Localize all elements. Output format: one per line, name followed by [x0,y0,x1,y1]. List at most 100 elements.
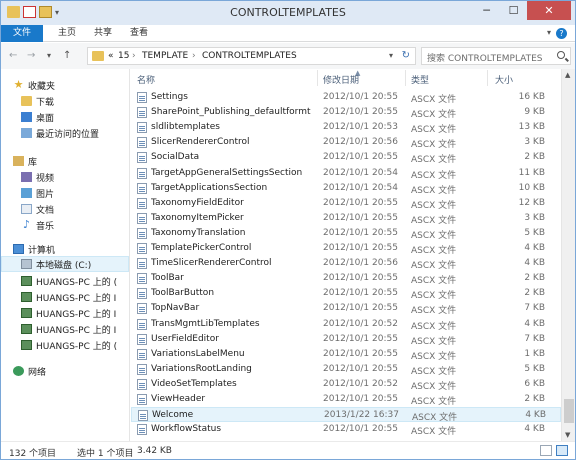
ascx-file-icon [137,424,147,436]
status-bar: 132 个项目 选中 1 个项目 3.42 KB [1,441,575,459]
close-button[interactable]: ✕ [527,1,571,20]
column-date-modified[interactable]: 修改日期 [323,73,359,86]
search-icon[interactable] [557,51,565,59]
address-dropdown-icon[interactable]: ▾ [389,51,393,60]
tab-file[interactable]: 文件 [1,25,43,42]
large-icons-view-button[interactable] [556,445,568,456]
file-row[interactable]: TargetApplicationsSection 2012/10/1 20:54… [131,181,561,196]
file-row[interactable]: SocialData 2012/10/1 20:55 ASCX 文件 2 KB [131,150,561,165]
file-date-modified: 2012/10/1 20:55 [323,303,398,314]
item-count: 132 个项目 [9,449,57,459]
file-date-modified: 2012/10/1 20:55 [323,333,398,344]
file-name: Welcome [152,410,194,421]
nav-item-network-drive[interactable]: HUANGS-PC 上的 ( [1,337,129,353]
column-divider[interactable] [405,70,406,86]
file-row[interactable]: TemplatePickerControl 2012/10/1 20:55 ASCX… [131,241,561,256]
maximize-button[interactable]: ☐ [500,1,527,20]
column-header: ▲ 名称 修改日期 类型 大小 [131,69,561,87]
scroll-down-icon[interactable]: ▼ [565,431,570,439]
details-view-button[interactable] [540,445,552,456]
breadcrumb-15[interactable]: 15 [118,51,129,61]
nav-item-pictures[interactable]: 图片 [1,185,129,201]
file-row[interactable]: TaxonomyFieldEditor 2012/10/1 20:55 ASCX 文… [131,196,561,211]
file-date-modified: 2012/10/1 20:55 [323,394,398,404]
nav-item-network-drive[interactable]: HUANGS-PC 上的 I [1,289,129,305]
nav-item-downloads[interactable]: 下载 [1,93,129,109]
column-type[interactable]: 类型 [411,73,429,86]
file-row[interactable]: sldlibtemplates 2012/10/1 20:53 ASCX 文件 13 … [131,120,561,135]
search-input[interactable]: 搜索 CONTROLTEMPLATES [421,47,571,65]
file-date-modified: 2012/10/1 20:55 [323,212,398,223]
file-type: ASCX 文件 [411,381,457,392]
file-row[interactable]: TargetAppGeneralSettingsSection 2012/10/1… [131,166,561,181]
file-date-modified: 2012/10/1 20:53 [323,122,398,133]
nav-favorites[interactable]: ★ 收藏夹 [1,77,129,93]
tab-share[interactable]: 共享 [89,25,117,42]
file-row[interactable]: Welcome 2013/1/22 16:37 ASCX 文件 4 KB [131,407,561,423]
file-row[interactable]: ToolBar 2012/10/1 20:55 ASCX 文件 2 KB [131,271,561,286]
file-row[interactable]: UserFieldEditor 2012/10/1 20:55 ASCX 文件 7 K… [131,332,561,347]
file-row[interactable]: ToolBarButton 2012/10/1 20:55 ASCX 文件 2 KB [131,286,561,301]
nav-computer[interactable]: 计算机 [1,241,129,257]
file-row[interactable]: VariationsRootLanding 2012/10/1 20:55 ASCX… [131,362,561,377]
file-size: 10 KB [518,182,545,193]
file-row[interactable]: SlicerRendererControl 2012/10/1 20:56 ASCX… [131,135,561,150]
nav-item-music[interactable]: ♪ 音乐 [1,217,129,233]
nav-item-documents[interactable]: 文档 [1,201,129,217]
scrollbar-thumb[interactable] [564,399,574,423]
back-button[interactable]: ← [9,50,17,61]
column-size[interactable]: 大小 [495,73,513,86]
column-divider[interactable] [317,70,318,86]
nav-network[interactable]: 网络 [1,363,129,379]
nav-item-network-drive[interactable]: HUANGS-PC 上的 I [1,321,129,337]
file-row[interactable]: TimeSlicerRendererControl 2012/10/1 20:56… [131,256,561,271]
refresh-icon[interactable]: ↻ [402,50,410,61]
help-icon[interactable]: ? [556,28,567,39]
nav-libraries[interactable]: 库 [1,153,129,169]
breadcrumb-template[interactable]: TEMPLATE [142,51,188,61]
file-row[interactable]: VideoSetTemplates 2012/10/1 20:52 ASCX 文件 6… [131,377,561,392]
column-name[interactable]: 名称 [137,73,155,86]
file-name: TimeSlicerRendererControl [151,258,272,269]
nav-item-videos[interactable]: 视频 [1,169,129,185]
breadcrumb-separator[interactable]: › [132,51,136,61]
file-row[interactable]: Settings 2012/10/1 20:55 ASCX 文件 16 KB [131,90,561,105]
file-row[interactable]: TaxonomyItemPicker 2012/10/1 20:55 ASCX 文件… [131,211,561,226]
file-date-modified: 2012/10/1 20:55 [323,424,398,435]
file-row[interactable]: TopNavBar 2012/10/1 20:55 ASCX 文件 7 KB [131,301,561,316]
file-name: sldlibtemplates [151,122,220,133]
ascx-file-icon [137,92,147,103]
tab-view[interactable]: 查看 [125,25,153,42]
breadcrumb-overflow[interactable]: « [108,51,114,61]
file-date-modified: 2012/10/1 20:56 [323,137,398,148]
vertical-scrollbar[interactable]: ▲ ▼ [561,69,575,441]
network-drive-icon [21,276,32,286]
ascx-file-icon [137,273,147,285]
nav-item-network-drive[interactable]: HUANGS-PC 上的 I [1,305,129,321]
scroll-up-icon[interactable]: ▲ [565,71,570,79]
breadcrumb-separator[interactable]: › [192,51,196,61]
nav-item-network-drive[interactable]: HUANGS-PC 上的 ( [1,273,129,289]
network-icon [13,366,24,376]
tab-home[interactable]: 主页 [53,25,81,42]
nav-item-recent-places[interactable]: 最近访问的位置 [1,125,129,141]
address-bar[interactable]: « 15 › TEMPLATE › CONTROLTEMPLATES ▾ ↻ [87,47,416,65]
column-divider[interactable] [487,70,488,86]
nav-item-desktop[interactable]: 桌面 [1,109,129,125]
file-row[interactable]: SharePoint_Publishing_defaultformte... 20… [131,105,561,120]
ascx-file-icon [137,243,147,254]
file-row[interactable]: ViewHeader 2012/10/1 20:55 ASCX 文件 2 KB [131,392,561,407]
recent-locations-button[interactable]: ▾ [47,51,51,60]
file-row[interactable]: TaxonomyTranslation 2012/10/1 20:55 ASCX 文… [131,226,561,241]
file-row[interactable]: WorkflowStatus 2012/10/1 20:55 ASCX 文件 4 KB [131,422,561,437]
file-size: 4 KB [524,424,545,435]
file-row[interactable]: VariationsLabelMenu 2012/10/1 20:55 ASCX 文… [131,347,561,362]
breadcrumb-controltemplates[interactable]: CONTROLTEMPLATES [202,51,297,61]
minimize-button[interactable]: ─ [473,1,500,20]
forward-button[interactable]: → [27,50,35,61]
nav-item-local-disk-c[interactable]: 本地磁盘 (C:) [1,256,129,272]
file-row[interactable]: TransMgmtLibTemplates 2012/10/1 20:52 ASCX… [131,317,561,332]
up-button[interactable]: ↑ [63,50,71,61]
ribbon-expand-icon[interactable]: ▾ [547,28,551,37]
file-list: Settings 2012/10/1 20:55 ASCX 文件 16 KB Share… [131,87,561,439]
